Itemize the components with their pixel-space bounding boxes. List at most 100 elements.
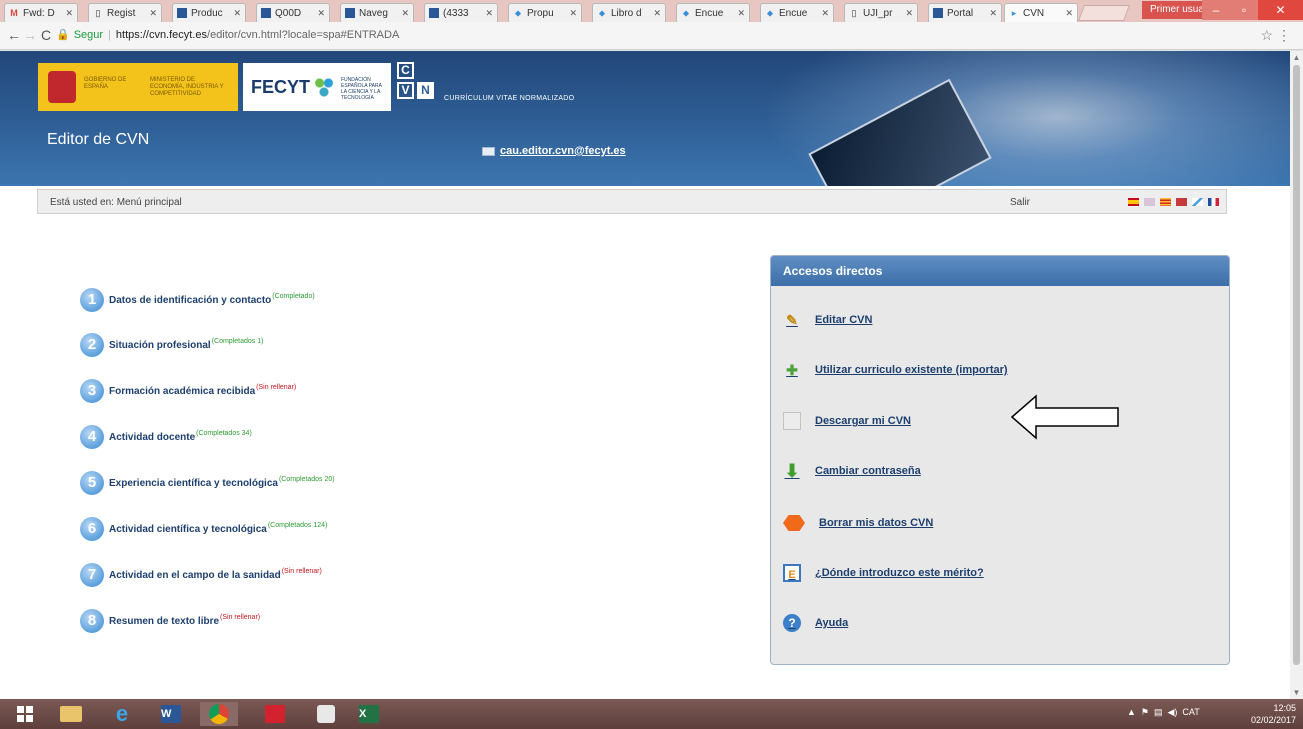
browser-menu-icon[interactable]: ⋮ — [1277, 27, 1291, 44]
fecyt-icon — [177, 8, 187, 18]
close-icon[interactable]: ✕ — [821, 8, 829, 19]
word-icon[interactable]: W — [152, 702, 190, 726]
url-input[interactable]: 🔒 Segur | https://cvn.fecyt.es/editor/cvn.h… — [56, 25, 1276, 46]
chrome-icon[interactable] — [200, 702, 238, 726]
browser-tab[interactable]: Q00D ✕ — [256, 3, 330, 22]
flag-basque-icon[interactable] — [1176, 198, 1187, 206]
menu-item-actividad-docente[interactable]: 4 Actividad docente (Completados 34) — [80, 424, 680, 450]
fecyt-icon — [261, 8, 271, 18]
contact-email-link[interactable]: cau.editor.cvn@fecyt.es — [482, 145, 626, 157]
help-icon: ? — [783, 614, 801, 632]
edit-cvn-link[interactable]: ✎ Editar CVN — [783, 308, 872, 332]
browser-tab[interactable]: ⬥ Libro d ✕ — [592, 3, 666, 22]
browser-tab[interactable]: ▯ Regist ✕ — [88, 3, 162, 22]
windows-taskbar: e W X ▲ ⚑ ▤ ◀) CAT 12:05 02/02/2017 — [0, 699, 1303, 729]
reload-icon[interactable]: C — [38, 27, 54, 43]
menu-item-resumen[interactable]: 8 Resumen de texto libre (Sin rellenar) — [80, 608, 680, 634]
close-icon[interactable]: ✕ — [317, 8, 325, 19]
browser-tab[interactable]: Produc ✕ — [172, 3, 246, 22]
import-icon: ✚ — [786, 362, 798, 378]
scroll-down-icon[interactable]: ▼ — [1290, 688, 1303, 697]
scrollbar-thumb[interactable] — [1293, 65, 1300, 665]
close-window-button[interactable]: ✕ — [1258, 0, 1303, 20]
close-icon[interactable]: ✕ — [401, 8, 409, 19]
close-icon[interactable]: ✕ — [233, 8, 241, 19]
menu-item-experiencia[interactable]: 5 Experiencia científica y tecnológica (Co… — [80, 470, 680, 496]
back-icon[interactable]: ← — [6, 27, 22, 43]
new-tab-button[interactable] — [1078, 5, 1130, 21]
language-indicator[interactable]: CAT — [1182, 707, 1199, 717]
file-explorer-icon[interactable] — [52, 702, 90, 726]
cvn-tagline: CURRÍCULUM VITAE NORMALIZADO — [444, 95, 575, 102]
browser-tab[interactable]: (4333 ✕ — [424, 3, 498, 22]
menu-item-formacion[interactable]: 3 Formación académica recibida (Sin rellen… — [80, 378, 680, 404]
coat-of-arms-icon — [48, 71, 76, 103]
url-separator: | — [108, 29, 111, 41]
start-button[interactable] — [6, 702, 44, 726]
browser-tab-active[interactable]: ▸ CVN ✕ — [1004, 3, 1078, 22]
status-badge: (Sin rellenar) — [256, 383, 297, 391]
browser-tab[interactable]: ⬥ Encue ✕ — [676, 3, 750, 22]
browser-tab[interactable]: M Fwd: D ✕ — [4, 3, 78, 22]
flag-spain-icon[interactable] — [1128, 198, 1139, 206]
status-badge: (Completados 34) — [196, 429, 252, 437]
taskbar-clock[interactable]: 12:05 02/02/2017 — [1246, 702, 1296, 726]
flag-catalonia-icon[interactable] — [1160, 198, 1171, 206]
where-icon: E — [783, 564, 801, 582]
browser-tab[interactable]: ⬥ Propu ✕ — [508, 3, 582, 22]
close-icon[interactable]: ✕ — [737, 8, 745, 19]
browser-tab[interactable]: ▯ UJI_pr ✕ — [844, 3, 918, 22]
flag-uk-icon[interactable] — [1144, 198, 1155, 206]
fecyt-dots-icon — [313, 77, 335, 97]
fecyt-icon — [345, 8, 355, 18]
breadcrumb-text: Está usted en: Menú principal — [50, 197, 182, 208]
flag-galicia-icon[interactable] — [1192, 198, 1203, 206]
page-icon: ▯ — [851, 8, 857, 18]
status-badge: (Completados 20) — [278, 475, 335, 483]
logout-link[interactable]: Salir — [1010, 197, 1030, 208]
minimize-button[interactable]: – — [1202, 0, 1230, 20]
excel-icon[interactable]: X — [350, 702, 388, 726]
java-icon[interactable] — [307, 702, 345, 726]
close-icon[interactable]: ✕ — [905, 8, 913, 19]
pencil-icon: ✎ — [786, 312, 798, 328]
browser-tab[interactable]: Naveg ✕ — [340, 3, 414, 22]
vertical-scrollbar[interactable]: ▲ ▼ — [1290, 51, 1303, 699]
address-bar: ← → C 🔒 Segur | https://cvn.fecyt.es/editor… — [0, 22, 1303, 50]
where-merit-link[interactable]: E ¿Dónde introduzco este mérito? — [783, 561, 984, 585]
help-link[interactable]: ? Ayuda — [783, 611, 848, 635]
menu-item-actividad-cientifica[interactable]: 6 Actividad científica y tecnológica (Comp… — [80, 516, 680, 542]
change-password-link[interactable]: ⬇ Cambiar contraseña — [783, 459, 920, 483]
menu-item-situacion-profesional[interactable]: 2 Situación profesional (Completados 1) — [80, 332, 680, 358]
maximize-button[interactable]: ▫ — [1230, 0, 1258, 20]
browser-tab[interactable]: ⬥ Encue ✕ — [760, 3, 834, 22]
download-arrow-icon: ⬇ — [784, 461, 800, 481]
delete-cvn-data-link[interactable]: Borrar mis datos CVN — [783, 511, 933, 535]
download-cvn-link[interactable]: Descargar mi CVN — [783, 409, 911, 433]
close-icon[interactable]: ✕ — [653, 8, 661, 19]
annotation-arrow-icon — [1010, 394, 1119, 440]
pin-icon: ⬥ — [514, 8, 522, 18]
flag-france-icon[interactable] — [1208, 198, 1219, 206]
system-tray[interactable]: ▲ ⚑ ▤ ◀) CAT — [1127, 707, 1200, 718]
close-icon[interactable]: ✕ — [149, 8, 157, 19]
close-icon[interactable]: ✕ — [569, 8, 577, 19]
status-badge: (Completado) — [272, 292, 315, 300]
menu-item-identificacion[interactable]: 1 Datos de identificación y contacto (Comp… — [80, 287, 680, 313]
mail-icon — [429, 8, 439, 18]
close-icon[interactable]: ✕ — [989, 8, 997, 19]
pin-icon: ⬥ — [766, 8, 774, 18]
scroll-up-icon[interactable]: ▲ — [1290, 53, 1303, 62]
forward-icon[interactable]: → — [22, 27, 38, 43]
gov-logo: GOBIERNO DE ESPAÑA MINISTERIO DE ECONOMÍ… — [38, 63, 238, 111]
acrobat-icon[interactable] — [256, 702, 294, 726]
app-title: Editor de CVN — [47, 131, 150, 148]
close-icon[interactable]: ✕ — [485, 8, 493, 19]
close-icon[interactable]: ✕ — [65, 8, 73, 19]
import-cv-link[interactable]: ✚ Utilizar curriculo existente (importar) — [783, 358, 1007, 382]
internet-explorer-icon[interactable]: e — [103, 701, 141, 726]
menu-item-sanidad[interactable]: 7 Actividad en el campo de la sanidad (Sin… — [80, 562, 680, 588]
browser-tab[interactable]: Portal ✕ — [928, 3, 1002, 22]
bookmark-star-icon[interactable]: ☆ — [1260, 27, 1273, 44]
close-icon[interactable]: ✕ — [1065, 8, 1073, 19]
